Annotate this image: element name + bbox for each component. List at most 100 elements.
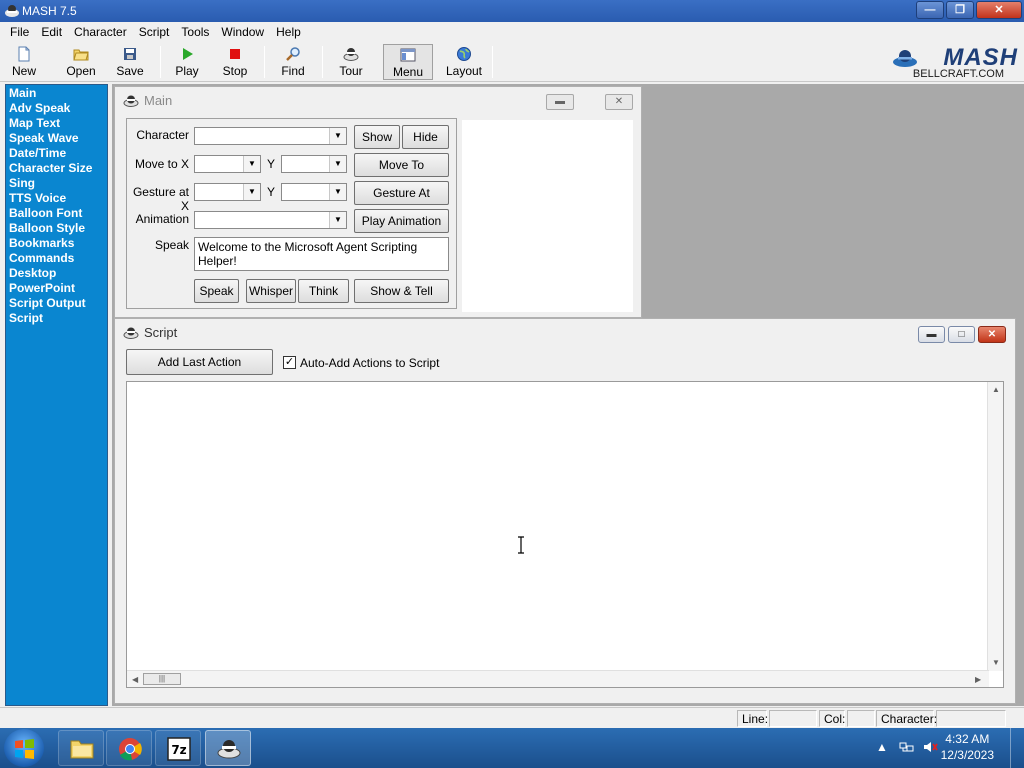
sidebar-item-balloon-font[interactable]: Balloon Font: [6, 206, 107, 221]
script-maximize-button[interactable]: □: [948, 326, 975, 343]
gesture-y-combo[interactable]: ▼: [281, 183, 347, 201]
main-window-titlebar[interactable]: Main ▬ ✕: [115, 87, 641, 115]
text-cursor-icon: [518, 536, 524, 554]
menu-toggle-button[interactable]: Menu: [383, 44, 433, 80]
save-button[interactable]: Save: [112, 44, 148, 80]
auto-add-checkbox[interactable]: ✓: [283, 356, 296, 369]
window-title: MASH 7.5: [22, 4, 77, 18]
script-window-title: Script: [144, 325, 178, 340]
restore-button[interactable]: ❐: [946, 1, 974, 19]
think-button[interactable]: Think: [298, 279, 349, 303]
hide-button[interactable]: Hide: [402, 125, 449, 149]
menu-window[interactable]: Window: [215, 25, 270, 39]
scroll-right-icon[interactable]: ▶: [975, 675, 981, 684]
taskbar-mash[interactable]: [205, 730, 251, 766]
sidebar-item-date-time[interactable]: Date/Time: [6, 146, 107, 161]
sidebar-item-sing[interactable]: Sing: [6, 176, 107, 191]
menu-script[interactable]: Script: [133, 25, 176, 39]
stop-button[interactable]: Stop: [218, 44, 252, 80]
tray-expand-icon[interactable]: ▲: [876, 740, 888, 754]
layout-button[interactable]: Layout: [442, 44, 486, 80]
play-animation-button[interactable]: Play Animation: [354, 209, 449, 233]
character-label: Character: [136, 128, 189, 142]
scrollbar-thumb[interactable]: |||: [143, 673, 181, 685]
sidebar-item-bookmarks[interactable]: Bookmarks: [6, 236, 107, 251]
chevron-down-icon[interactable]: ▼: [329, 128, 346, 144]
play-button[interactable]: Play: [170, 44, 204, 80]
gesture-at-button[interactable]: Gesture At: [354, 181, 449, 205]
system-clock[interactable]: 4:32 AM 12/3/2023: [941, 731, 994, 763]
chevron-down-icon[interactable]: ▼: [329, 184, 346, 200]
show-desktop-button[interactable]: [1010, 728, 1024, 768]
character-combo[interactable]: ▼: [194, 127, 347, 145]
title-bar: MASH 7.5 — ❐ ✕: [0, 0, 1024, 22]
scroll-down-icon[interactable]: ▼: [992, 658, 1000, 667]
main-close-button[interactable]: ✕: [605, 94, 633, 110]
toolbar: New Open Save Play Stop Find Tour Menu L…: [0, 42, 1024, 82]
script-editor[interactable]: ▲ ▼ ◀ ||| ▶: [126, 381, 1004, 688]
scroll-up-icon[interactable]: ▲: [992, 385, 1000, 394]
chrome-icon: [119, 738, 142, 761]
brand-site: BELLCRAFT.COM: [912, 68, 1004, 80]
taskbar-7zip[interactable]: 7z: [155, 730, 201, 766]
sidebar-item-powerpoint[interactable]: PowerPoint: [6, 281, 107, 296]
sidebar-item-character-size[interactable]: Character Size: [6, 161, 107, 176]
chevron-down-icon[interactable]: ▼: [329, 212, 346, 228]
minimize-button[interactable]: —: [916, 1, 944, 19]
start-button[interactable]: [4, 729, 44, 767]
show-and-tell-button[interactable]: Show & Tell: [354, 279, 449, 303]
sidebar-item-balloon-style[interactable]: Balloon Style: [6, 221, 107, 236]
bellcraft-logo[interactable]: MASH BELLCRAFT.COM: [892, 44, 1018, 80]
status-character-value: [936, 710, 1006, 727]
menu-file[interactable]: File: [4, 25, 35, 39]
vertical-scrollbar[interactable]: ▲ ▼: [987, 382, 1003, 671]
windows-logo-icon: [15, 739, 34, 759]
script-close-button[interactable]: ✕: [978, 326, 1006, 343]
menu-character[interactable]: Character: [68, 25, 133, 39]
main-minimize-button[interactable]: ▬: [546, 94, 574, 110]
sidebar-item-tts-voice[interactable]: TTS Voice: [6, 191, 107, 206]
gesture-y-label: Y: [266, 185, 275, 199]
7zip-icon: 7z: [167, 737, 191, 761]
horizontal-scrollbar[interactable]: ◀ ||| ▶: [127, 670, 989, 687]
find-button[interactable]: Find: [276, 44, 310, 80]
close-button[interactable]: ✕: [976, 1, 1022, 19]
sidebar-item-speak-wave[interactable]: Speak Wave: [6, 131, 107, 146]
sidebar-item-desktop[interactable]: Desktop: [6, 266, 107, 281]
sidebar-item-commands[interactable]: Commands: [6, 251, 107, 266]
sidebar-item-adv-speak[interactable]: Adv Speak: [6, 101, 107, 116]
speak-button[interactable]: Speak: [194, 279, 239, 303]
open-button[interactable]: Open: [62, 44, 100, 80]
menu-tools[interactable]: Tools: [175, 25, 215, 39]
menu-help[interactable]: Help: [270, 25, 307, 39]
scroll-left-icon[interactable]: ◀: [132, 675, 138, 684]
sidebar-item-map-text[interactable]: Map Text: [6, 116, 107, 131]
sidebar-item-main[interactable]: Main: [6, 86, 107, 101]
sidebar-item-script[interactable]: Script: [6, 311, 107, 326]
status-bar: Line: Col: Character:: [0, 707, 1024, 728]
speak-text-input[interactable]: Welcome to the Microsoft Agent Scripting…: [194, 237, 449, 271]
tour-label: Tour: [339, 64, 363, 78]
taskbar-chrome[interactable]: [106, 730, 152, 766]
animation-combo[interactable]: ▼: [194, 211, 347, 229]
volume-muted-icon[interactable]: [922, 740, 938, 754]
agent-character-icon: [123, 327, 139, 339]
menu-edit[interactable]: Edit: [35, 25, 68, 39]
show-button[interactable]: Show: [354, 125, 400, 149]
tour-button[interactable]: Tour: [334, 44, 368, 80]
clock-time: 4:32 AM: [945, 732, 990, 746]
move-to-button[interactable]: Move To: [354, 153, 449, 177]
network-icon[interactable]: [899, 740, 915, 754]
mash-app-icon: [5, 5, 19, 17]
taskbar: 7z ▲ 4:32 AM 12/3/2023: [0, 728, 1024, 768]
move-y-combo[interactable]: ▼: [281, 155, 347, 173]
add-last-action-button[interactable]: Add Last Action: [126, 349, 273, 375]
sidebar-item-script-output[interactable]: Script Output: [6, 296, 107, 311]
chevron-down-icon[interactable]: ▼: [329, 156, 346, 172]
find-label: Find: [281, 64, 305, 78]
new-button[interactable]: New: [6, 44, 42, 80]
whisper-button[interactable]: Whisper: [246, 279, 296, 303]
script-window-titlebar[interactable]: Script ▬ □ ✕: [115, 319, 1015, 347]
taskbar-explorer[interactable]: [58, 730, 104, 766]
script-minimize-button[interactable]: ▬: [918, 326, 945, 343]
